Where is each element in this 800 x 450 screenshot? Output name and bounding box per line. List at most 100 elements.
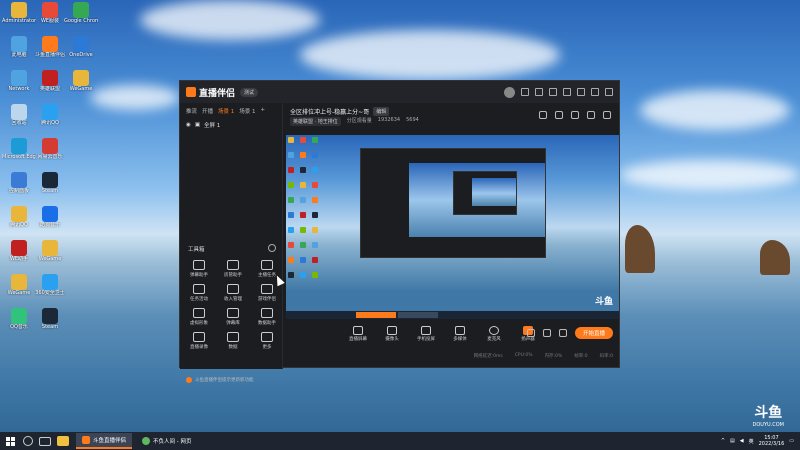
menu-icon[interactable] xyxy=(563,88,571,96)
app-icon xyxy=(42,36,58,52)
close-icon[interactable] xyxy=(605,88,613,96)
start-live-button[interactable]: 开始直播 xyxy=(575,327,613,339)
tool-icon xyxy=(227,260,239,270)
desktop-icon[interactable]: WeGame xyxy=(2,274,36,308)
windows-icon xyxy=(5,436,15,446)
desktop-icon-label: 控制面板 xyxy=(8,188,29,194)
room-category[interactable]: 英雄联盟 · 地王排位 xyxy=(290,117,341,126)
desktop-icon[interactable]: WE服装 xyxy=(33,2,67,36)
tab-3[interactable]: 场景 1 xyxy=(239,107,255,115)
share-icon[interactable] xyxy=(603,111,611,119)
app-icon xyxy=(11,36,27,52)
desktop-icon[interactable]: OneDrive xyxy=(64,36,98,70)
clock[interactable]: 15:07 2022/3/16 xyxy=(759,435,785,447)
desktop-icon[interactable]: Steam xyxy=(33,172,67,206)
user-avatar[interactable] xyxy=(504,86,515,98)
tab-0[interactable]: 推流 xyxy=(186,107,197,115)
bell-icon[interactable] xyxy=(587,111,595,119)
desktop-icon[interactable]: 回收站 xyxy=(2,104,36,138)
app-badge[interactable]: 测试 xyxy=(240,87,259,97)
desktop-icon[interactable]: QQ音乐 xyxy=(2,308,36,342)
source-item[interactable]: ◉ ▣ 全屏 1 xyxy=(180,119,282,131)
camera-button[interactable]: 摄像头 xyxy=(380,326,404,342)
maximize-icon[interactable] xyxy=(591,88,599,96)
status-fps: 帧率:0 xyxy=(574,354,588,359)
more-icon[interactable] xyxy=(268,244,276,252)
preview-desktop-icon xyxy=(312,242,318,248)
screen-capture-button[interactable]: 直播屏幕 xyxy=(346,326,370,342)
eye-icon[interactable] xyxy=(543,329,551,337)
message-icon[interactable] xyxy=(521,88,529,96)
desktop-icon-label: Steam xyxy=(41,188,59,194)
desktop-icon[interactable]: 斗鱼直播伴侣 xyxy=(33,36,67,70)
notification-bar[interactable]: 斗鱼直播伴侣提示更新新功能 xyxy=(186,377,254,383)
preview-desktop-icon xyxy=(312,167,318,173)
desktop-icon[interactable]: 酷狗音乐 xyxy=(33,206,67,240)
douyu-logo-icon xyxy=(186,87,196,97)
desktop-icon[interactable]: 网易云音乐 xyxy=(33,138,67,172)
desktop-icon[interactable]: Network xyxy=(2,70,36,104)
tool-button[interactable]: 直播录像 xyxy=(184,332,214,360)
status-memory: 内存:0% xyxy=(544,354,563,359)
tool-icon xyxy=(193,260,205,270)
mail-icon[interactable] xyxy=(535,88,543,96)
lock-icon[interactable] xyxy=(555,111,563,119)
app-icon xyxy=(42,240,58,256)
gear-icon[interactable] xyxy=(559,329,567,337)
desktop-icon[interactable]: 英雄联盟 xyxy=(33,70,67,104)
tool-button[interactable]: 数据 xyxy=(218,332,248,360)
room-stat-value: 1932634 xyxy=(377,117,401,123)
app-icon xyxy=(11,104,27,120)
input-language[interactable]: 英 xyxy=(749,438,754,445)
tool-button[interactable]: 更多 xyxy=(252,332,282,360)
desktop-icon[interactable]: Microsoft Edge xyxy=(2,138,36,172)
notification-center-icon[interactable]: ▭ xyxy=(789,438,794,444)
desktop-icon[interactable]: WE助手 xyxy=(2,240,36,274)
desktop-icon[interactable]: 腾讯QQ xyxy=(33,104,67,138)
phone-icon xyxy=(421,326,431,335)
desktop-icon[interactable]: 360安全卫士 xyxy=(33,274,67,308)
task-view-icon[interactable] xyxy=(39,436,51,446)
desktop-icon[interactable]: Administrator xyxy=(2,2,36,36)
desktop-icon[interactable]: Google Chrome xyxy=(64,2,98,36)
desktop-icon[interactable]: WeGame xyxy=(64,70,98,104)
desktop-icon[interactable]: 此电脑 xyxy=(2,36,36,70)
lock-icon[interactable]: ▣ xyxy=(195,122,200,128)
room-stat-label: 分区观看量 xyxy=(346,118,372,124)
start-button[interactable] xyxy=(0,432,20,450)
tools-title: 工具箱 xyxy=(188,247,205,253)
chevron-up-icon[interactable]: ^ xyxy=(721,438,725,444)
title-bar: 直播伴侣 测试 xyxy=(180,81,619,103)
desktop-icon[interactable]: Steam xyxy=(33,308,67,342)
app-icon xyxy=(42,172,58,188)
network-icon[interactable]: ▤ xyxy=(730,438,735,444)
edit-title-button[interactable]: 编辑 xyxy=(373,107,390,116)
volume-icon[interactable]: ◀ xyxy=(740,438,744,444)
taskbar-app-browser[interactable]: 不负人间 - 网页 xyxy=(136,433,197,449)
settings-icon[interactable] xyxy=(549,88,557,96)
taskbar-app-douyu[interactable]: 斗鱼直播伴侣 xyxy=(76,433,133,449)
desktop-icon[interactable]: WeGame xyxy=(33,240,67,274)
stream-preview[interactable]: 斗鱼 xyxy=(286,135,619,319)
phone-cast-button[interactable]: 手机投屏 xyxy=(414,326,438,342)
add-scene-tab[interactable]: + xyxy=(261,107,266,115)
minimize-icon[interactable] xyxy=(577,88,585,96)
gift-icon[interactable] xyxy=(539,111,547,119)
file-explorer-icon[interactable] xyxy=(57,436,69,446)
camera-icon[interactable] xyxy=(571,111,579,119)
microphone-button[interactable]: 麦克风 xyxy=(482,326,506,342)
search-icon[interactable] xyxy=(23,436,33,446)
tab-2[interactable]: 场景 1 xyxy=(218,107,234,115)
taskbar: 斗鱼直播伴侣 不负人间 - 网页 ^ ▤ ◀ 英 15:07 2022/3/16… xyxy=(0,432,800,450)
app-icon xyxy=(42,308,58,324)
record-icon[interactable] xyxy=(527,329,535,337)
eye-icon[interactable]: ◉ xyxy=(186,122,191,128)
tab-1[interactable]: 开播 xyxy=(202,107,213,115)
tool-icon xyxy=(261,284,273,294)
tool-label: 弹幕库 xyxy=(226,321,240,326)
media-button[interactable]: 多媒体 xyxy=(448,326,472,342)
tool-label: 收入管理 xyxy=(224,297,242,302)
notification-icon xyxy=(186,377,192,383)
desktop-icon[interactable]: 腾讯QQ xyxy=(2,206,36,240)
desktop-icon[interactable]: 控制面板 xyxy=(2,172,36,206)
